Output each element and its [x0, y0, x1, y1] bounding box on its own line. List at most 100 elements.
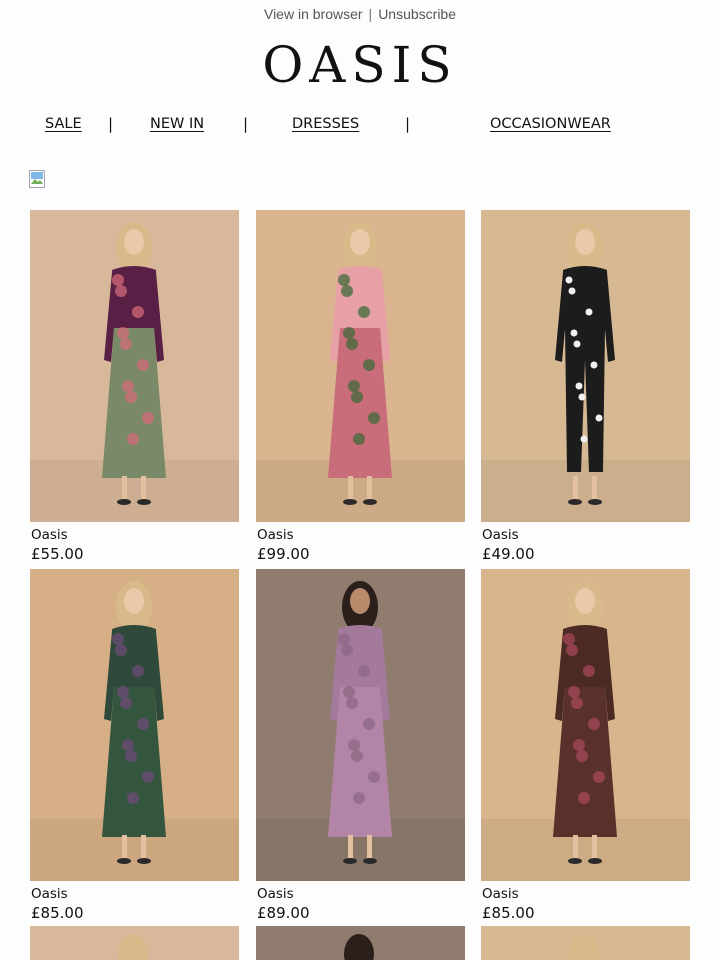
product-brand[interactable]: Oasis [257, 886, 294, 902]
unsubscribe-link[interactable]: Unsubscribe [378, 6, 456, 22]
model-head [118, 934, 148, 960]
model-shoe-left [117, 499, 131, 505]
nav-item-sale[interactable]: SALE [45, 116, 82, 132]
model-face [575, 229, 595, 255]
garment-pattern-dot [112, 633, 124, 645]
garment-pattern-dot [348, 380, 360, 392]
garment-pattern-dot [117, 686, 129, 698]
product-price[interactable]: £89.00 [257, 904, 310, 922]
garment-pattern-dot [358, 665, 370, 677]
product-card[interactable]: Oasis £85.00 [481, 569, 690, 922]
product-card-partial[interactable] [256, 926, 465, 960]
product-photo-svg [30, 210, 239, 522]
garment-pattern-dot [338, 274, 350, 286]
garment-pattern-dot [566, 644, 578, 656]
product-price[interactable]: £85.00 [482, 904, 535, 922]
product-brand[interactable]: Oasis [31, 527, 68, 543]
product-image[interactable] [30, 210, 239, 522]
model-leg-right [592, 835, 597, 859]
product-price[interactable]: £55.00 [31, 545, 84, 563]
garment-pattern-dot [351, 750, 363, 762]
garment-pattern-dot [583, 665, 595, 677]
garment-pattern-dot [578, 393, 586, 401]
model-shoe-left [568, 499, 582, 505]
product-image[interactable] [481, 569, 690, 881]
garment-pattern-dot [568, 686, 580, 698]
garment-pattern-dot [127, 433, 139, 445]
garment-pattern-dot [117, 327, 129, 339]
model-face [350, 588, 370, 614]
garment-pattern-dot [343, 686, 355, 698]
garment-top [563, 266, 607, 330]
garment-pattern-dot [142, 412, 154, 424]
product-brand[interactable]: Oasis [482, 886, 519, 902]
preheader-separator: | [368, 6, 373, 22]
product-photo-svg [256, 210, 465, 522]
garment-pattern-dot [137, 718, 149, 730]
product-image[interactable] [481, 926, 690, 960]
floor-shadow [481, 460, 690, 522]
garment-pattern-dot [593, 771, 605, 783]
model-shoe-left [568, 858, 582, 864]
product-card[interactable]: Oasis £85.00 [30, 569, 239, 922]
product-price[interactable]: £49.00 [482, 545, 535, 563]
nav-item-occasionwear[interactable]: OCCASIONWEAR [490, 116, 611, 132]
product-brand[interactable]: Oasis [482, 527, 519, 543]
garment-pattern-dot [565, 276, 573, 284]
product-brand[interactable]: Oasis [257, 527, 294, 543]
garment-pattern-dot [353, 792, 365, 804]
model-leg-left [348, 476, 353, 500]
garment-pattern-dot [571, 697, 583, 709]
garment-pattern-dot [363, 718, 375, 730]
nav-separator: | [108, 115, 114, 133]
garment-pattern-dot [341, 644, 353, 656]
product-card-partial[interactable] [481, 926, 690, 960]
product-card[interactable]: Oasis £49.00 [481, 210, 690, 563]
model-leg-left [122, 476, 127, 500]
product-card[interactable]: Oasis £99.00 [256, 210, 465, 563]
garment-pattern-dot [125, 750, 137, 762]
garment-pattern-dot [578, 792, 590, 804]
product-image[interactable] [256, 926, 465, 960]
garment-pattern-dot [576, 750, 588, 762]
product-brand[interactable]: Oasis [31, 886, 68, 902]
nav-item-new-in[interactable]: NEW IN [150, 116, 204, 132]
product-price[interactable]: £85.00 [31, 904, 84, 922]
model-face [124, 588, 144, 614]
garment-pattern-dot [580, 435, 588, 443]
garment-pattern-dot [346, 338, 358, 350]
model-shoe-right [137, 499, 151, 505]
garment-pattern-dot [125, 391, 137, 403]
broken-image-icon[interactable] [29, 170, 47, 188]
product-image[interactable] [481, 210, 690, 522]
model-shoe-left [117, 858, 131, 864]
garment-pattern-dot [368, 771, 380, 783]
brand-logo[interactable]: OASIS [0, 36, 720, 94]
garment-pattern-dot [563, 633, 575, 645]
garment-pattern-dot [568, 287, 576, 295]
view-in-browser-link[interactable]: View in browser [264, 6, 363, 22]
model-leg-right [367, 476, 372, 500]
product-card[interactable]: Oasis £89.00 [256, 569, 465, 922]
model-shoe-right [137, 858, 151, 864]
product-card-partial[interactable] [30, 926, 239, 960]
model-shoe-right [588, 858, 602, 864]
product-image[interactable] [30, 926, 239, 960]
garment-pattern-dot [142, 771, 154, 783]
product-image[interactable] [256, 569, 465, 881]
nav-item-dresses[interactable]: DRESSES [292, 116, 359, 132]
garment-pattern-dot [588, 718, 600, 730]
garment-pattern-dot [595, 414, 603, 422]
nav-separator: | [243, 115, 249, 133]
product-price[interactable]: £99.00 [257, 545, 310, 563]
model-head [344, 934, 374, 960]
garment-pattern-dot [346, 697, 358, 709]
garment-pattern-dot [351, 391, 363, 403]
product-image[interactable] [256, 210, 465, 522]
model-leg-right [367, 835, 372, 859]
product-image[interactable] [30, 569, 239, 881]
garment-pattern-dot [122, 739, 134, 751]
model-face [350, 229, 370, 255]
garment-pattern-dot [368, 412, 380, 424]
product-card[interactable]: Oasis £55.00 [30, 210, 239, 563]
